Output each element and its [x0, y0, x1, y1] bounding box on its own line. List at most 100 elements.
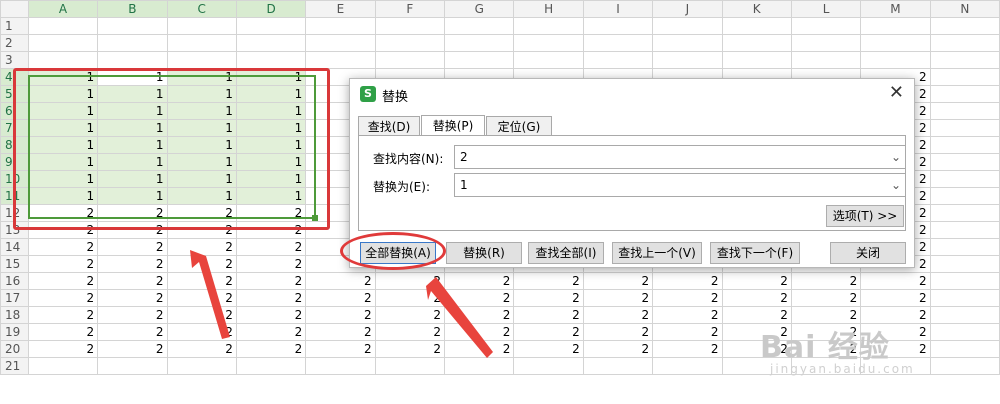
row-header[interactable]: 4	[0, 68, 29, 86]
cell[interactable]: 1	[27, 153, 99, 171]
cell[interactable]	[444, 51, 515, 69]
column-header[interactable]: L	[790, 0, 862, 18]
row-header[interactable]: 13	[0, 221, 29, 239]
cell[interactable]: 2	[582, 289, 654, 307]
cell[interactable]	[929, 221, 1000, 239]
row-header[interactable]: 6	[0, 102, 29, 120]
cell[interactable]: 2	[166, 340, 237, 358]
tab-goto[interactable]: 定位(G)	[486, 116, 552, 136]
cell[interactable]: 1	[97, 136, 168, 154]
row-header[interactable]: 12	[0, 204, 29, 222]
row-header[interactable]: 19	[0, 323, 29, 341]
cell[interactable]	[235, 17, 307, 35]
cell[interactable]: 1	[166, 136, 237, 154]
cell[interactable]: 2	[444, 306, 515, 324]
cell[interactable]: 2	[444, 289, 515, 307]
cell[interactable]	[444, 17, 515, 35]
cell[interactable]: 1	[166, 85, 237, 103]
column-header[interactable]: D	[235, 0, 307, 18]
cell[interactable]	[235, 51, 307, 69]
cell[interactable]	[929, 119, 1000, 137]
row-header[interactable]: 5	[0, 85, 29, 103]
cell[interactable]: 1	[166, 187, 237, 205]
cell[interactable]	[721, 17, 792, 35]
cell[interactable]: 2	[97, 238, 168, 256]
cell[interactable]: 2	[27, 272, 99, 290]
close-icon[interactable]: ✕	[889, 83, 904, 103]
cell[interactable]: 2	[166, 255, 237, 273]
cell[interactable]	[790, 17, 862, 35]
cell[interactable]: 2	[166, 238, 237, 256]
cell[interactable]: 1	[166, 102, 237, 120]
cell[interactable]	[929, 272, 1000, 290]
cell[interactable]: 2	[166, 204, 237, 222]
cell[interactable]	[860, 17, 931, 35]
replace-all-button[interactable]: 全部替换(A)	[360, 242, 436, 264]
find-previous-button[interactable]: 查找上一个(V)	[612, 242, 702, 264]
cell[interactable]	[860, 34, 931, 52]
row-header[interactable]: 1	[0, 17, 29, 35]
column-header[interactable]: J	[652, 0, 723, 18]
cell[interactable]: 2	[860, 289, 931, 307]
column-header[interactable]: B	[97, 0, 168, 18]
cell[interactable]: 2	[97, 255, 168, 273]
cell[interactable]: 1	[27, 119, 99, 137]
cell[interactable]: 2	[652, 272, 723, 290]
cell[interactable]: 1	[97, 170, 168, 188]
cell[interactable]: 2	[235, 204, 307, 222]
chevron-down-icon[interactable]: ⌄	[891, 174, 901, 196]
cell[interactable]	[929, 68, 1000, 86]
cell[interactable]: 2	[27, 255, 99, 273]
cell[interactable]: 1	[166, 170, 237, 188]
cell[interactable]	[27, 357, 99, 375]
cell[interactable]: 2	[790, 272, 862, 290]
find-what-input[interactable]: 2 ⌄	[454, 145, 906, 169]
column-header[interactable]: F	[374, 0, 446, 18]
row-header[interactable]: 16	[0, 272, 29, 290]
column-header[interactable]: I	[582, 0, 654, 18]
cell[interactable]: 2	[652, 340, 723, 358]
cell[interactable]: 1	[97, 85, 168, 103]
cell[interactable]: 1	[27, 187, 99, 205]
cell[interactable]	[929, 187, 1000, 205]
find-next-button[interactable]: 查找下一个(F)	[710, 242, 800, 264]
cell[interactable]	[235, 357, 307, 375]
cell[interactable]: 2	[374, 289, 446, 307]
options-button[interactable]: 选项(T) >>	[826, 205, 904, 227]
cell[interactable]: 2	[444, 340, 515, 358]
cell[interactable]: 2	[513, 306, 584, 324]
cell[interactable]: 2	[305, 306, 376, 324]
cell[interactable]: 2	[97, 204, 168, 222]
cell[interactable]	[582, 357, 654, 375]
cell[interactable]	[929, 340, 1000, 358]
cell[interactable]	[721, 51, 792, 69]
cell[interactable]: 2	[374, 323, 446, 341]
cell[interactable]: 2	[374, 340, 446, 358]
column-header[interactable]: A	[27, 0, 99, 18]
row-header[interactable]: 18	[0, 306, 29, 324]
replace-with-input[interactable]: 1 ⌄	[454, 173, 906, 197]
cell[interactable]: 2	[235, 340, 307, 358]
cell[interactable]: 2	[27, 221, 99, 239]
cell[interactable]: 1	[235, 187, 307, 205]
row-header[interactable]: 15	[0, 255, 29, 273]
column-header[interactable]: N	[929, 0, 1000, 18]
cell[interactable]	[652, 51, 723, 69]
cell[interactable]: 1	[166, 153, 237, 171]
cell[interactable]: 2	[582, 306, 654, 324]
cell[interactable]: 1	[166, 119, 237, 137]
cell[interactable]	[860, 51, 931, 69]
cell[interactable]: 2	[860, 272, 931, 290]
cell[interactable]: 1	[27, 85, 99, 103]
cell[interactable]: 2	[374, 272, 446, 290]
tab-find[interactable]: 查找(D)	[358, 116, 420, 136]
cell[interactable]	[929, 102, 1000, 120]
cell[interactable]	[652, 34, 723, 52]
replace-button[interactable]: 替换(R)	[446, 242, 522, 264]
cell[interactable]	[582, 34, 654, 52]
cell[interactable]: 2	[652, 306, 723, 324]
cell[interactable]	[166, 34, 237, 52]
row-header[interactable]: 11	[0, 187, 29, 205]
cell[interactable]: 1	[97, 102, 168, 120]
cell[interactable]	[721, 34, 792, 52]
